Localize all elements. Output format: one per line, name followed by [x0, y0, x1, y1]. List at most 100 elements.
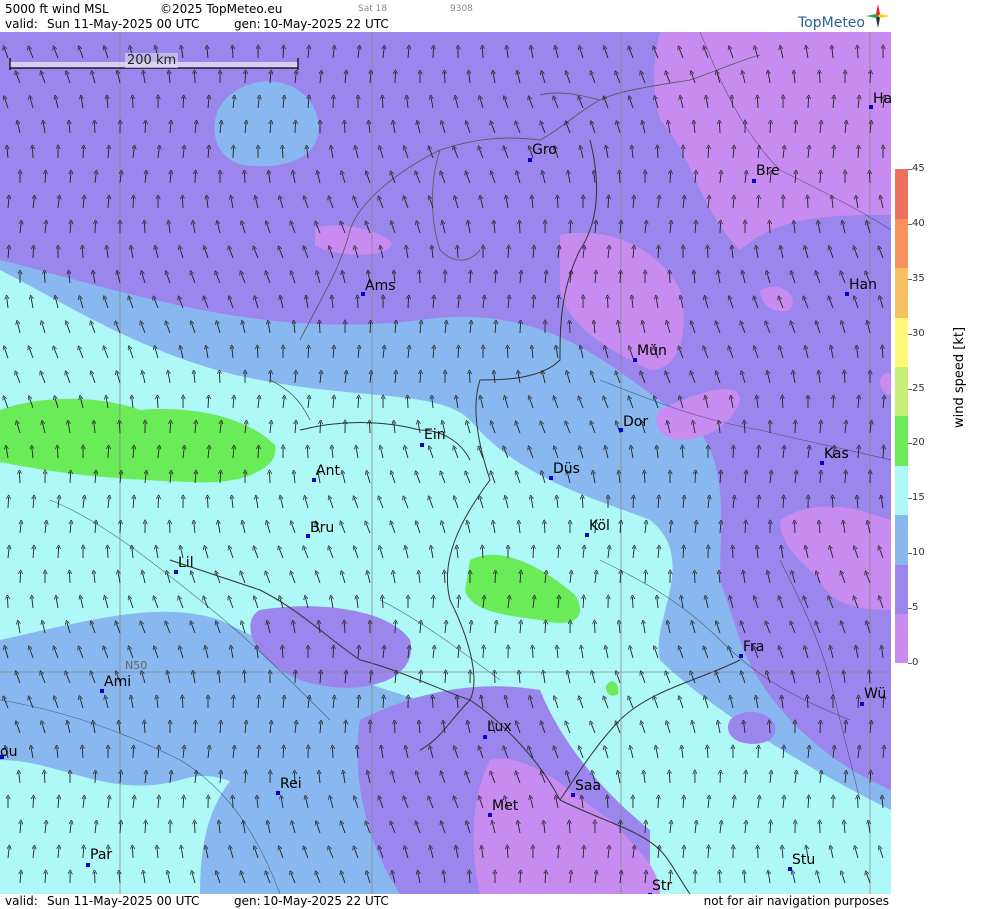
wind-arrow [133, 97, 134, 109]
wind-arrow [70, 572, 71, 584]
wind-arrow [83, 147, 84, 159]
wind-arrow [233, 697, 234, 709]
legend-title: wind speed [kt] [952, 326, 967, 428]
wind-arrow [244, 172, 245, 184]
wind-arrow [133, 197, 134, 209]
wind-arrow [157, 397, 158, 409]
wind-arrow [33, 797, 34, 809]
legend-swatch [895, 465, 908, 516]
wind-arrow [858, 147, 859, 159]
valid-time: Sun 11-May-2025 00 UTC [47, 17, 200, 31]
wind-arrow [720, 772, 721, 784]
wind-arrow [358, 397, 359, 409]
wind-arrow [8, 497, 9, 509]
wind-arrow [657, 147, 658, 159]
gen-label: gen: [234, 17, 261, 31]
wind-arrow [70, 472, 71, 484]
wind-arrow [482, 47, 483, 59]
city-label: Bru [310, 520, 335, 536]
wind-arrow [519, 222, 520, 234]
wind-arrow [857, 47, 858, 59]
wind-map[interactable]: 200 km N50 Gro Bre Ha Ams Han Mün Dor Ein Kas Düs… [0, 32, 891, 894]
map-canvas [0, 32, 891, 894]
wind-arrow [233, 47, 234, 59]
legend-swatch [895, 613, 908, 664]
legend-tick-label: 20 [912, 437, 925, 449]
wind-arrow [408, 297, 409, 309]
wind-arrow [670, 272, 671, 284]
wind-arrow [333, 747, 334, 759]
footer-gen-time: 10-May-2025 22 UTC [263, 894, 389, 908]
wind-arrow [20, 572, 21, 584]
wind-arrow [620, 272, 621, 284]
wind-arrow [557, 197, 558, 209]
run-code: 9308 [450, 4, 473, 14]
city-label: Wü [864, 686, 887, 702]
wind-arrow [382, 97, 383, 109]
city-label: Köl [589, 518, 610, 534]
city-label: Gro [532, 142, 557, 158]
city-label: Par [90, 847, 113, 863]
city-marker [483, 735, 487, 739]
wind-arrow [758, 197, 759, 209]
wind-arrow [795, 522, 796, 534]
city-marker [860, 702, 864, 706]
wind-arrow [58, 547, 59, 559]
wind-arrow [257, 347, 258, 359]
wind-arrow [708, 247, 709, 259]
wind-arrow [820, 722, 821, 734]
city-marker [420, 443, 424, 447]
footer-gen-label: gen: [234, 894, 261, 908]
wind-arrow [82, 247, 83, 259]
wind-arrow [757, 97, 758, 109]
wind-arrow [433, 697, 434, 709]
wind-arrow [182, 197, 183, 209]
satellite-label: Sat 18 [358, 4, 388, 14]
legend-tick-label: 10 [912, 547, 925, 559]
legend-tick-label: 0 [912, 657, 919, 668]
wind-arrow [520, 872, 521, 884]
product-title: 5000 ft wind MSL [5, 2, 109, 16]
topmeteo-logo[interactable]: TopMeteo [798, 2, 890, 32]
legend-swatch [895, 366, 908, 417]
wind-arrow [795, 422, 796, 434]
wind-arrow [570, 222, 571, 234]
wind-arrow [19, 472, 20, 484]
legend-tick-label: 25 [912, 382, 925, 394]
city-label: Kas [824, 446, 849, 462]
wind-arrow [133, 847, 134, 859]
wind-arrow [245, 72, 246, 84]
wind-arrow [119, 422, 120, 434]
wind-arrow [333, 647, 334, 659]
wind-arrow [283, 47, 284, 59]
wind-arrow [170, 522, 171, 534]
wind-arrow [608, 197, 609, 209]
legend-tick-label: 30 [912, 327, 925, 339]
wind-arrow [33, 147, 34, 159]
legend-tick-label: 35 [912, 272, 925, 284]
wind-arrow [95, 872, 96, 884]
wind-arrow [770, 222, 771, 234]
city-marker [86, 863, 90, 867]
disclaimer-text: not for air navigation purposes [703, 894, 889, 908]
wind-arrow [619, 172, 620, 184]
wind-arrow [44, 272, 45, 284]
wind-arrow [344, 122, 345, 134]
wind-arrow [33, 247, 34, 259]
city-marker [528, 158, 532, 162]
wind-arrow [270, 472, 271, 484]
logo-text: TopMeteo [798, 15, 865, 31]
city-label: Han [849, 277, 877, 293]
wind-arrow [470, 272, 471, 284]
wind-arrow [733, 547, 734, 559]
wind-arrow [670, 172, 671, 184]
wind-arrow [508, 347, 509, 359]
legend-swatch [895, 416, 908, 466]
city-label: Düs [553, 461, 580, 477]
wind-arrow [233, 797, 234, 809]
wind-arrow [308, 447, 309, 459]
wind-arrow [858, 697, 859, 709]
city-label: Mün [637, 343, 667, 359]
wind-arrow [833, 397, 834, 409]
wind-arrow [108, 547, 109, 559]
